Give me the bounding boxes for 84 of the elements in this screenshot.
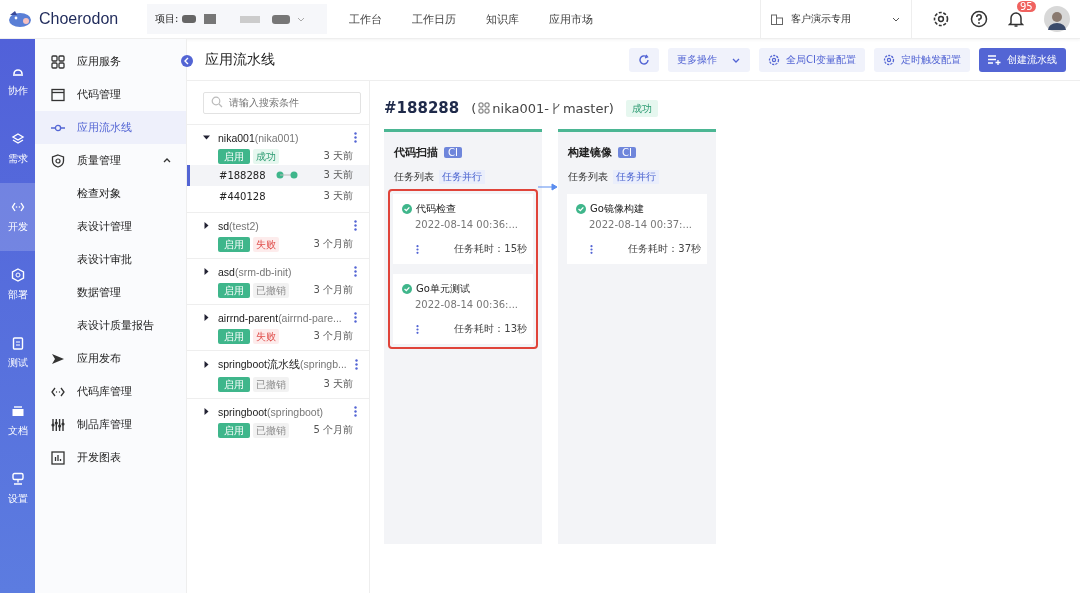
pipeline-time: 3 个月前 — [313, 237, 353, 251]
create-pipeline-button[interactable]: 创建流水线 — [979, 47, 1066, 72]
menu-item[interactable]: 代码库管理 — [35, 375, 186, 408]
run-item[interactable]: #440128 3 天前 — [187, 185, 369, 207]
rail-item[interactable]: 需求 — [0, 115, 35, 183]
config-button[interactable]: 定时触发配置 — [874, 47, 970, 72]
menu-item[interactable]: 开发图表 — [35, 441, 186, 474]
menu-item[interactable]: 制品库管理 — [35, 408, 186, 441]
search-field[interactable]: 请输入搜索条件 — [203, 91, 361, 114]
pipeline-name[interactable]: springboot流水线(springb... — [218, 357, 347, 372]
pipeline-time: 3 个月前 — [313, 329, 353, 343]
status-tag: 成功 — [253, 148, 279, 164]
status-tag: 已撤销 — [253, 422, 289, 438]
pipeline-name[interactable]: asd(srm-db-init) — [218, 265, 346, 278]
menu-item[interactable]: 质量管理 — [35, 144, 186, 177]
pipeline-name[interactable]: airrnd-parent(airrnd-pare... — [218, 311, 346, 324]
submenu-item[interactable]: 表设计审批 — [35, 243, 186, 276]
nav-link[interactable]: 工作日历 — [412, 11, 456, 27]
pipeline-time: 3 天前 — [323, 377, 353, 391]
pipeline-name[interactable]: nika001(nika001) — [218, 131, 346, 144]
submenu-item[interactable]: 表设计质量报告 — [35, 309, 186, 342]
notification-badge: 95 — [1017, 1, 1036, 12]
config-button[interactable]: 全局CI变量配置 — [759, 47, 865, 72]
job-name: 代码检查 — [416, 202, 456, 216]
job-name: Go单元测试 — [416, 282, 470, 296]
project-selector[interactable]: 项目: — [147, 4, 327, 34]
pipeline-time: 3 个月前 — [313, 283, 353, 297]
job-time: 2022-08-14 00:37:... — [589, 219, 694, 230]
job-duration: 任务耗时：15秒 — [454, 242, 527, 256]
menu-item[interactable]: 应用流水线 — [35, 111, 186, 144]
stage-title: 代码扫描 — [394, 145, 438, 160]
brand-name: Choerodon — [39, 10, 119, 28]
enabled-tag: 启用 — [218, 422, 250, 438]
task-list-label: 任务列表 — [394, 170, 434, 184]
nav-link[interactable]: 应用市场 — [549, 11, 593, 27]
status-tag: 成功 — [625, 99, 658, 117]
status-tag: 失败 — [253, 328, 279, 344]
menu-item[interactable]: 应用服务 — [35, 45, 186, 78]
enabled-tag: 启用 — [218, 236, 250, 252]
paren: ( — [471, 100, 477, 116]
job-time: 2022-08-14 00:36:... — [415, 219, 520, 230]
enabled-tag: 启用 — [218, 148, 250, 164]
job-time: 2022-08-14 00:36:... — [415, 299, 520, 310]
job-name: Go镜像构建 — [590, 202, 644, 216]
branch-name: master) — [562, 100, 614, 116]
job-card[interactable]: 代码检查 2022-08-14 00:36:... 任务耗时：15秒 — [393, 194, 533, 264]
pipeline-name[interactable]: springboot(springboot) — [218, 405, 346, 418]
enabled-tag: 启用 — [218, 328, 250, 344]
ci-tag: CI — [444, 147, 462, 158]
status-tag: 已撤销 — [253, 282, 289, 298]
job-duration: 任务耗时：13秒 — [454, 322, 527, 336]
enabled-tag: 启用 — [218, 282, 250, 298]
run-item[interactable]: #188288 3 天前 — [187, 164, 369, 186]
rail-item[interactable]: 设置 — [0, 455, 35, 523]
pipeline-time: 5 个月前 — [313, 423, 353, 437]
pipeline-name[interactable]: sd(test2) — [218, 219, 346, 232]
job-card[interactable]: Go单元测试 2022-08-14 00:36:... 任务耗时：13秒 — [393, 274, 533, 344]
job-duration: 任务耗时：37秒 — [628, 242, 701, 256]
rail-item[interactable]: 测试 — [0, 319, 35, 387]
menu-item[interactable]: 应用发布 — [35, 342, 186, 375]
rail-item[interactable]: 部署 — [0, 251, 35, 319]
pipeline-time: 3 天前 — [323, 149, 353, 163]
submenu-item[interactable]: 表设计管理 — [35, 210, 186, 243]
job-card[interactable]: Go镜像构建 2022-08-14 00:37:... 任务耗时：37秒 — [567, 194, 707, 264]
org-selector[interactable]: 客户演示专用 — [760, 0, 912, 38]
menu-item[interactable]: 代码管理 — [35, 78, 186, 111]
app-name: nika001- — [492, 100, 549, 116]
ci-tag: CI — [618, 147, 636, 158]
enabled-tag: 启用 — [218, 376, 250, 392]
submenu-item[interactable]: 检查对象 — [35, 177, 186, 210]
parallel-tag: 任务并行 — [439, 170, 485, 184]
submenu-item[interactable]: 数据管理 — [35, 276, 186, 309]
status-tag: 失败 — [253, 236, 279, 252]
more-actions-button[interactable]: 更多操作 — [668, 47, 751, 72]
nav-link[interactable]: 工作台 — [349, 11, 382, 27]
nav-link[interactable]: 知识库 — [486, 11, 519, 27]
stage-title: 构建镜像 — [568, 145, 612, 160]
page-title: 应用流水线 — [205, 50, 275, 69]
status-tag: 已撤销 — [253, 376, 289, 392]
task-list-label: 任务列表 — [568, 170, 608, 184]
rail-item[interactable]: 文档 — [0, 387, 35, 455]
parallel-tag: 任务并行 — [613, 170, 659, 184]
rail-item[interactable]: 协作 — [0, 47, 35, 115]
run-title: #188288 — [384, 99, 460, 117]
